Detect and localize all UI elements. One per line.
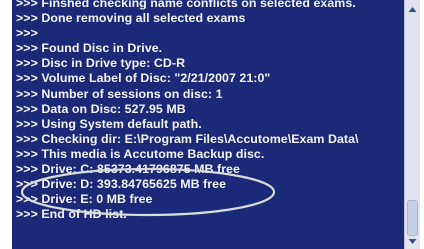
arrow-up-icon[interactable] (405, 2, 420, 17)
log-line: >>> Drive: C: 85373.41796875 MB free (16, 162, 240, 177)
log-line: >>> End of HD list. (16, 207, 127, 222)
log-window: >>> Finshed checking name conflicts on s… (4, 0, 420, 249)
scrollbar-thumb[interactable] (407, 200, 418, 236)
arrow-down-icon[interactable] (405, 234, 420, 249)
log-line: >>> Found Disc in Drive. (16, 41, 163, 56)
log-line: >>> Using System default path. (16, 116, 202, 131)
vertical-scrollbar[interactable] (404, 0, 420, 249)
log-line: >>> Checking dir: E:\Program Files\Accut… (16, 131, 359, 146)
log-line: >>> Number of sessions on disc: 1 (16, 86, 223, 101)
log-line: >>> Disc in Drive type: CD-R (16, 56, 186, 71)
log-line: >>> Drive: D: 393.84765625 MB free (16, 177, 227, 192)
log-line: >>> Data on Disc: 527.95 MB (16, 101, 186, 116)
log-line: >>> (16, 26, 38, 41)
log-line: >>> Volume Label of Disc: "2/21/2007 21:… (16, 71, 271, 86)
log-line: >>> This media is Accutome Backup disc. (16, 146, 265, 161)
log-line: >>> Drive: E: 0 MB free (16, 192, 153, 207)
log-panel: >>> Finshed checking name conflicts on s… (12, 0, 404, 249)
log-line: >>> Finshed checking name conflicts on s… (16, 0, 356, 10)
log-list: >>> Finshed checking name conflicts on s… (12, 0, 404, 222)
log-line: >>> Done removing all selected exams (16, 11, 246, 26)
